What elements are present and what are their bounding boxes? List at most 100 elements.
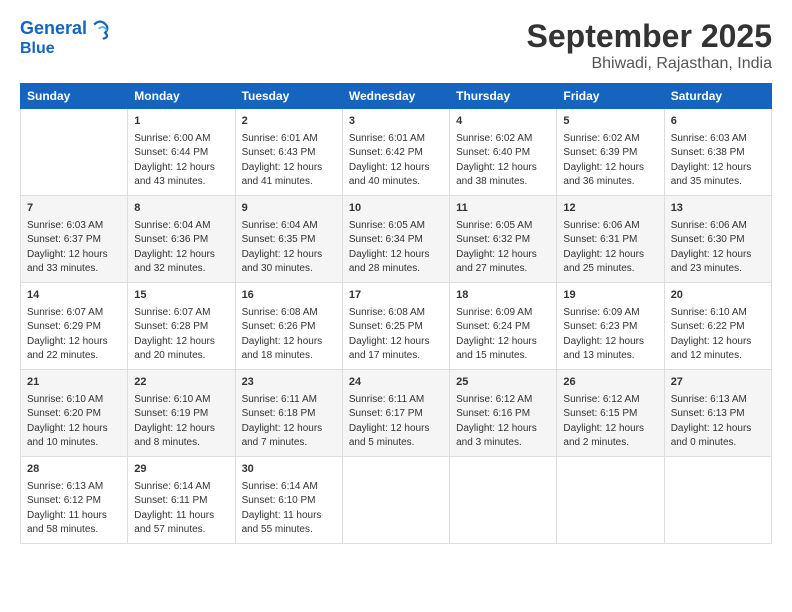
- day-cell: 12Sunrise: 6:06 AMSunset: 6:31 PMDayligh…: [557, 195, 664, 282]
- day-cell: [450, 456, 557, 543]
- day-info-line: Daylight: 12 hours: [242, 422, 336, 437]
- day-info-line: and 57 minutes.: [134, 523, 228, 538]
- day-info-line: Daylight: 11 hours: [134, 509, 228, 524]
- day-info-line: Daylight: 12 hours: [349, 422, 443, 437]
- day-number: 24: [349, 375, 443, 391]
- day-info-line: and 0 minutes.: [671, 436, 765, 451]
- day-cell: 16Sunrise: 6:08 AMSunset: 6:26 PMDayligh…: [235, 282, 342, 369]
- day-info-line: Sunrise: 6:11 AM: [242, 393, 336, 408]
- day-info-line: Sunrise: 6:14 AM: [242, 480, 336, 495]
- day-info-line: Sunset: 6:22 PM: [671, 320, 765, 335]
- day-info-line: Sunrise: 6:04 AM: [242, 219, 336, 234]
- day-number: 18: [456, 288, 550, 304]
- day-number: 19: [563, 288, 657, 304]
- day-info-line: Daylight: 12 hours: [349, 161, 443, 176]
- day-info-line: Sunset: 6:12 PM: [27, 494, 121, 509]
- day-cell: [664, 456, 771, 543]
- day-info-line: Sunrise: 6:01 AM: [349, 132, 443, 147]
- logo-icon: [89, 18, 111, 40]
- day-info-line: Sunset: 6:23 PM: [563, 320, 657, 335]
- day-cell: 28 Sunrise: 6:13 AMSunset: 6:12 PMDayligh…: [21, 456, 128, 543]
- day-info-line: Sunrise: 6:05 AM: [456, 219, 550, 234]
- day-cell: [342, 456, 449, 543]
- day-info-line: Sunset: 6:13 PM: [671, 407, 765, 422]
- day-info-line: Sunset: 6:42 PM: [349, 146, 443, 161]
- day-info-line: Sunrise: 6:09 AM: [563, 306, 657, 321]
- day-cell: 21Sunrise: 6:10 AMSunset: 6:20 PMDayligh…: [21, 369, 128, 456]
- day-cell: 7Sunrise: 6:03 AMSunset: 6:37 PMDaylight…: [21, 195, 128, 282]
- day-info-line: Sunset: 6:31 PM: [563, 233, 657, 248]
- day-info-line: Daylight: 12 hours: [134, 335, 228, 350]
- day-cell: 11Sunrise: 6:05 AMSunset: 6:32 PMDayligh…: [450, 195, 557, 282]
- subtitle: Bhiwadi, Rajasthan, India: [527, 55, 772, 73]
- day-info-line: Sunset: 6:24 PM: [456, 320, 550, 335]
- day-info-line: Sunrise: 6:03 AM: [27, 219, 121, 234]
- day-info-line: Sunrise: 6:13 AM: [27, 480, 121, 495]
- day-info-line: and 7 minutes.: [242, 436, 336, 451]
- day-info-line: Sunrise: 6:07 AM: [134, 306, 228, 321]
- day-cell: 4Sunrise: 6:02 AMSunset: 6:40 PMDaylight…: [450, 109, 557, 196]
- day-info-line: and 12 minutes.: [671, 349, 765, 364]
- day-info-line: Sunrise: 6:05 AM: [349, 219, 443, 234]
- day-number: 22: [134, 375, 228, 391]
- day-info-line: Sunset: 6:29 PM: [27, 320, 121, 335]
- day-info-line: Daylight: 11 hours: [27, 509, 121, 524]
- day-cell: 1Sunrise: 6:00 AMSunset: 6:44 PMDaylight…: [128, 109, 235, 196]
- day-info-line: Daylight: 12 hours: [671, 422, 765, 437]
- day-number: 12: [563, 201, 657, 217]
- day-info-line: Sunrise: 6:04 AM: [134, 219, 228, 234]
- header-cell-tuesday: Tuesday: [235, 84, 342, 109]
- day-number: 15: [134, 288, 228, 304]
- day-number: 1: [134, 114, 228, 130]
- day-cell: [21, 109, 128, 196]
- day-info-line: Sunset: 6:19 PM: [134, 407, 228, 422]
- day-info-line: and 40 minutes.: [349, 175, 443, 190]
- day-info-line: and 13 minutes.: [563, 349, 657, 364]
- day-info-line: and 30 minutes.: [242, 262, 336, 277]
- day-number: 20: [671, 288, 765, 304]
- day-info-line: and 15 minutes.: [456, 349, 550, 364]
- day-number: 23: [242, 375, 336, 391]
- day-info-line: Sunset: 6:28 PM: [134, 320, 228, 335]
- day-cell: 14Sunrise: 6:07 AMSunset: 6:29 PMDayligh…: [21, 282, 128, 369]
- day-info-line: Daylight: 12 hours: [134, 422, 228, 437]
- day-info-line: Daylight: 12 hours: [349, 248, 443, 263]
- logo-text-line2: Blue: [20, 40, 111, 58]
- day-cell: 25Sunrise: 6:12 AMSunset: 6:16 PMDayligh…: [450, 369, 557, 456]
- day-info-line: and 17 minutes.: [349, 349, 443, 364]
- day-info-line: Daylight: 12 hours: [134, 248, 228, 263]
- calendar-table: SundayMondayTuesdayWednesdayThursdayFrid…: [20, 83, 772, 544]
- day-info-line: Daylight: 11 hours: [242, 509, 336, 524]
- day-info-line: Sunset: 6:25 PM: [349, 320, 443, 335]
- day-info-line: Sunrise: 6:12 AM: [456, 393, 550, 408]
- day-cell: 8Sunrise: 6:04 AMSunset: 6:36 PMDaylight…: [128, 195, 235, 282]
- day-info-line: Sunrise: 6:03 AM: [671, 132, 765, 147]
- day-info-line: Sunset: 6:15 PM: [563, 407, 657, 422]
- day-number: 27: [671, 375, 765, 391]
- day-info-line: Daylight: 12 hours: [456, 248, 550, 263]
- day-info-line: Sunrise: 6:12 AM: [563, 393, 657, 408]
- day-info-line: Sunrise: 6:06 AM: [671, 219, 765, 234]
- day-info-line: Sunset: 6:38 PM: [671, 146, 765, 161]
- day-info-line: Sunset: 6:32 PM: [456, 233, 550, 248]
- day-cell: 19Sunrise: 6:09 AMSunset: 6:23 PMDayligh…: [557, 282, 664, 369]
- header-cell-thursday: Thursday: [450, 84, 557, 109]
- day-number: 16: [242, 288, 336, 304]
- day-info-line: Sunrise: 6:08 AM: [242, 306, 336, 321]
- day-number: 8: [134, 201, 228, 217]
- day-info-line: Daylight: 12 hours: [456, 335, 550, 350]
- day-info-line: Sunrise: 6:10 AM: [134, 393, 228, 408]
- day-cell: 27Sunrise: 6:13 AMSunset: 6:13 PMDayligh…: [664, 369, 771, 456]
- day-info-line: Sunset: 6:43 PM: [242, 146, 336, 161]
- day-info-line: and 36 minutes.: [563, 175, 657, 190]
- main-title: September 2025: [527, 18, 772, 55]
- day-info-line: and 33 minutes.: [27, 262, 121, 277]
- day-cell: 9Sunrise: 6:04 AMSunset: 6:35 PMDaylight…: [235, 195, 342, 282]
- day-cell: 18Sunrise: 6:09 AMSunset: 6:24 PMDayligh…: [450, 282, 557, 369]
- day-info-line: Sunrise: 6:00 AM: [134, 132, 228, 147]
- week-row-5: 28Sunrise: 6:13 AMSunset: 6:12 PMDayligh…: [21, 456, 772, 543]
- day-number: 28: [27, 462, 121, 478]
- week-row-1: 1Sunrise: 6:00 AMSunset: 6:44 PMDaylight…: [21, 109, 772, 196]
- day-info-line: Daylight: 12 hours: [27, 335, 121, 350]
- day-info-line: Daylight: 12 hours: [27, 422, 121, 437]
